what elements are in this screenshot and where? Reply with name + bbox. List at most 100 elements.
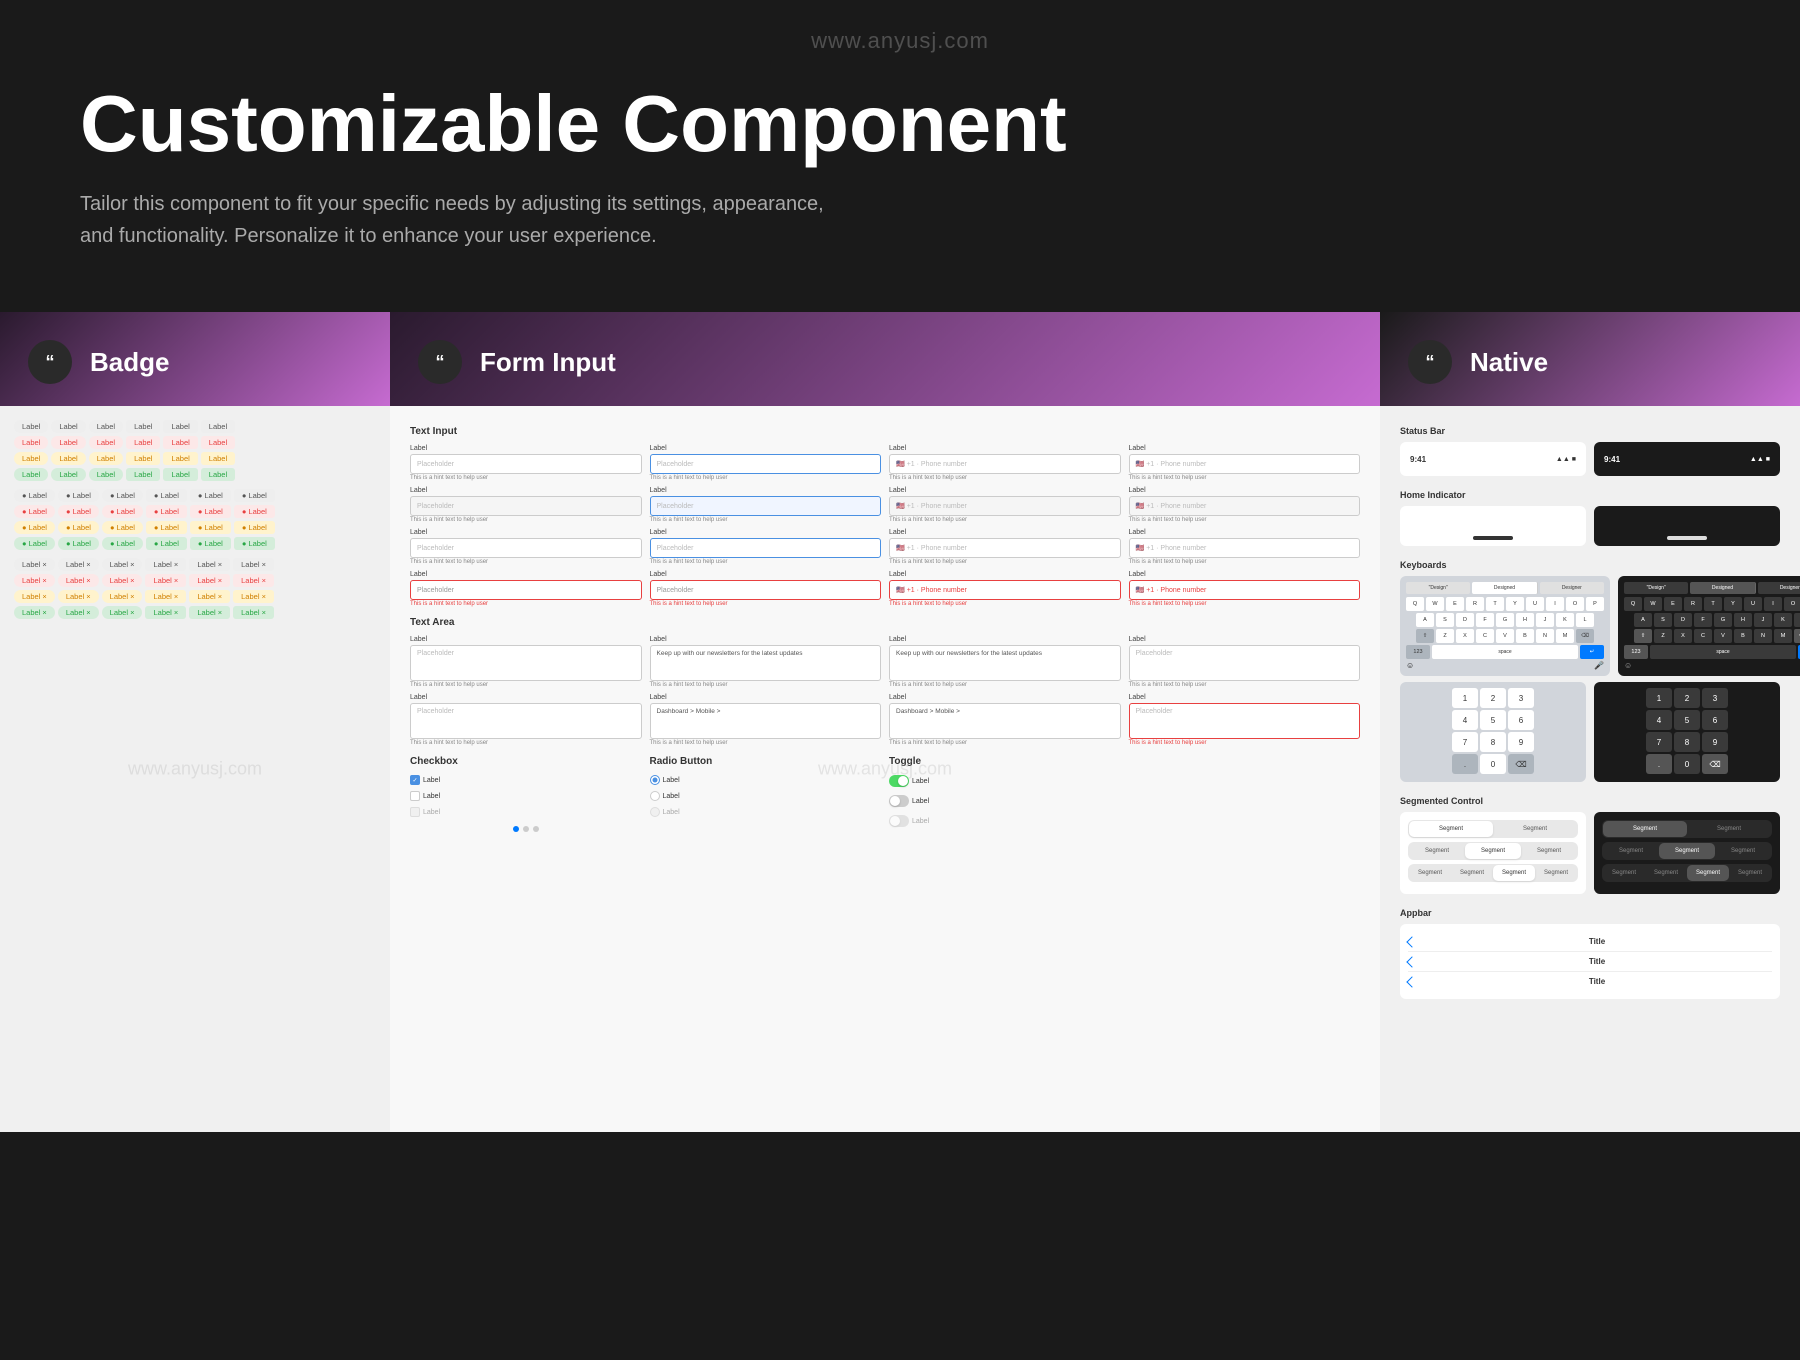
key-g-dark[interactable]: G [1714,613,1732,627]
num-0[interactable]: 0 [1480,754,1506,774]
num-3[interactable]: 3 [1508,688,1534,708]
toggle[interactable] [889,795,909,807]
key-123-dark[interactable]: 123 [1624,645,1648,659]
key-d[interactable]: D [1456,613,1474,627]
key-x[interactable]: X [1456,629,1474,643]
checkbox[interactable] [410,807,420,817]
back-icon[interactable] [1406,956,1417,967]
key-z[interactable]: Z [1436,629,1454,643]
key-p[interactable]: P [1586,597,1604,611]
key-a-dark[interactable]: A [1634,613,1652,627]
key-b-dark[interactable]: B [1734,629,1752,643]
key-o-dark[interactable]: O [1784,597,1800,611]
num-9[interactable]: 9 [1508,732,1534,752]
key-c[interactable]: C [1476,629,1494,643]
num-2[interactable]: 2 [1480,688,1506,708]
seg-option[interactable]: Segment [1535,865,1577,881]
key-n[interactable]: N [1536,629,1554,643]
key-s-dark[interactable]: S [1654,613,1672,627]
key-c-dark[interactable]: C [1694,629,1712,643]
key-z-dark[interactable]: Z [1654,629,1672,643]
radio[interactable] [650,807,660,817]
key-l[interactable]: L [1576,613,1594,627]
seg-option[interactable]: Segment [1521,843,1577,859]
key-e-dark[interactable]: E [1664,597,1682,611]
num-del-dark[interactable]: ⌫ [1702,754,1728,774]
key-k[interactable]: K [1556,613,1574,627]
seg-option-dark[interactable]: Segment [1645,865,1687,881]
seg-option[interactable]: Segment [1451,865,1493,881]
num-1[interactable]: 1 [1452,688,1478,708]
key-t-dark[interactable]: T [1704,597,1722,611]
seg-option[interactable]: Segment [1409,821,1493,837]
key-q[interactable]: Q [1406,597,1424,611]
num-8-dark[interactable]: 8 [1674,732,1700,752]
key-n-dark[interactable]: N [1754,629,1772,643]
toggle[interactable] [889,815,909,827]
num-8[interactable]: 8 [1480,732,1506,752]
num-1-dark[interactable]: 1 [1646,688,1672,708]
toggle[interactable] [889,775,909,787]
num-5[interactable]: 5 [1480,710,1506,730]
num-9-dark[interactable]: 9 [1702,732,1728,752]
seg-option-dark[interactable]: Segment [1603,821,1687,837]
key-w-dark[interactable]: W [1644,597,1662,611]
key-x-dark[interactable]: X [1674,629,1692,643]
seg-option[interactable]: Segment [1465,843,1521,859]
back-icon[interactable] [1406,936,1417,947]
key-l-dark[interactable]: L [1794,613,1800,627]
key-u[interactable]: U [1526,597,1544,611]
key-m-dark[interactable]: M [1774,629,1792,643]
key-space[interactable]: space [1432,645,1578,659]
seg-option-dark[interactable]: Segment [1603,843,1659,859]
key-h-dark[interactable]: H [1734,613,1752,627]
num-dot-dark[interactable]: . [1646,754,1672,774]
seg-option-dark[interactable]: Segment [1729,865,1771,881]
key-r-dark[interactable]: R [1684,597,1702,611]
key-y[interactable]: Y [1506,597,1524,611]
key-b[interactable]: B [1516,629,1534,643]
key-r[interactable]: R [1466,597,1484,611]
checkbox[interactable]: ✓ [410,775,420,785]
back-icon[interactable] [1406,976,1417,987]
key-h[interactable]: H [1516,613,1534,627]
key-delete-dark[interactable]: ⌫ [1794,629,1800,643]
key-123[interactable]: 123 [1406,645,1430,659]
key-delete[interactable]: ⌫ [1576,629,1594,643]
key-d-dark[interactable]: D [1674,613,1692,627]
key-f[interactable]: F [1476,613,1494,627]
key-i[interactable]: I [1546,597,1564,611]
seg-option-dark[interactable]: Segment [1659,843,1715,859]
seg-option[interactable]: Segment [1409,865,1451,881]
num-dot[interactable]: . [1452,754,1478,774]
seg-option-dark[interactable]: Segment [1687,865,1729,881]
num-4-dark[interactable]: 4 [1646,710,1672,730]
key-o[interactable]: O [1566,597,1584,611]
key-return[interactable]: ↵ [1580,645,1604,659]
seg-option-dark[interactable]: Segment [1687,821,1771,837]
num-3-dark[interactable]: 3 [1702,688,1728,708]
num-7-dark[interactable]: 7 [1646,732,1672,752]
seg-option-dark[interactable]: Segment [1715,843,1771,859]
key-a[interactable]: A [1416,613,1434,627]
radio[interactable] [650,791,660,801]
key-w[interactable]: W [1426,597,1444,611]
key-q-dark[interactable]: Q [1624,597,1642,611]
radio[interactable] [650,775,660,785]
seg-option[interactable]: Segment [1493,821,1577,837]
key-t[interactable]: T [1486,597,1504,611]
key-e[interactable]: E [1446,597,1464,611]
key-shift-dark[interactable]: ⇧ [1634,629,1652,643]
key-j[interactable]: J [1536,613,1554,627]
num-del[interactable]: ⌫ [1508,754,1534,774]
seg-option-dark[interactable]: Segment [1603,865,1645,881]
key-space-dark[interactable]: space [1650,645,1796,659]
key-k-dark[interactable]: K [1774,613,1792,627]
key-u-dark[interactable]: U [1744,597,1762,611]
num-6[interactable]: 6 [1508,710,1534,730]
key-m[interactable]: M [1556,629,1574,643]
key-f-dark[interactable]: F [1694,613,1712,627]
num-0-dark[interactable]: 0 [1674,754,1700,774]
key-y-dark[interactable]: Y [1724,597,1742,611]
key-j-dark[interactable]: J [1754,613,1772,627]
